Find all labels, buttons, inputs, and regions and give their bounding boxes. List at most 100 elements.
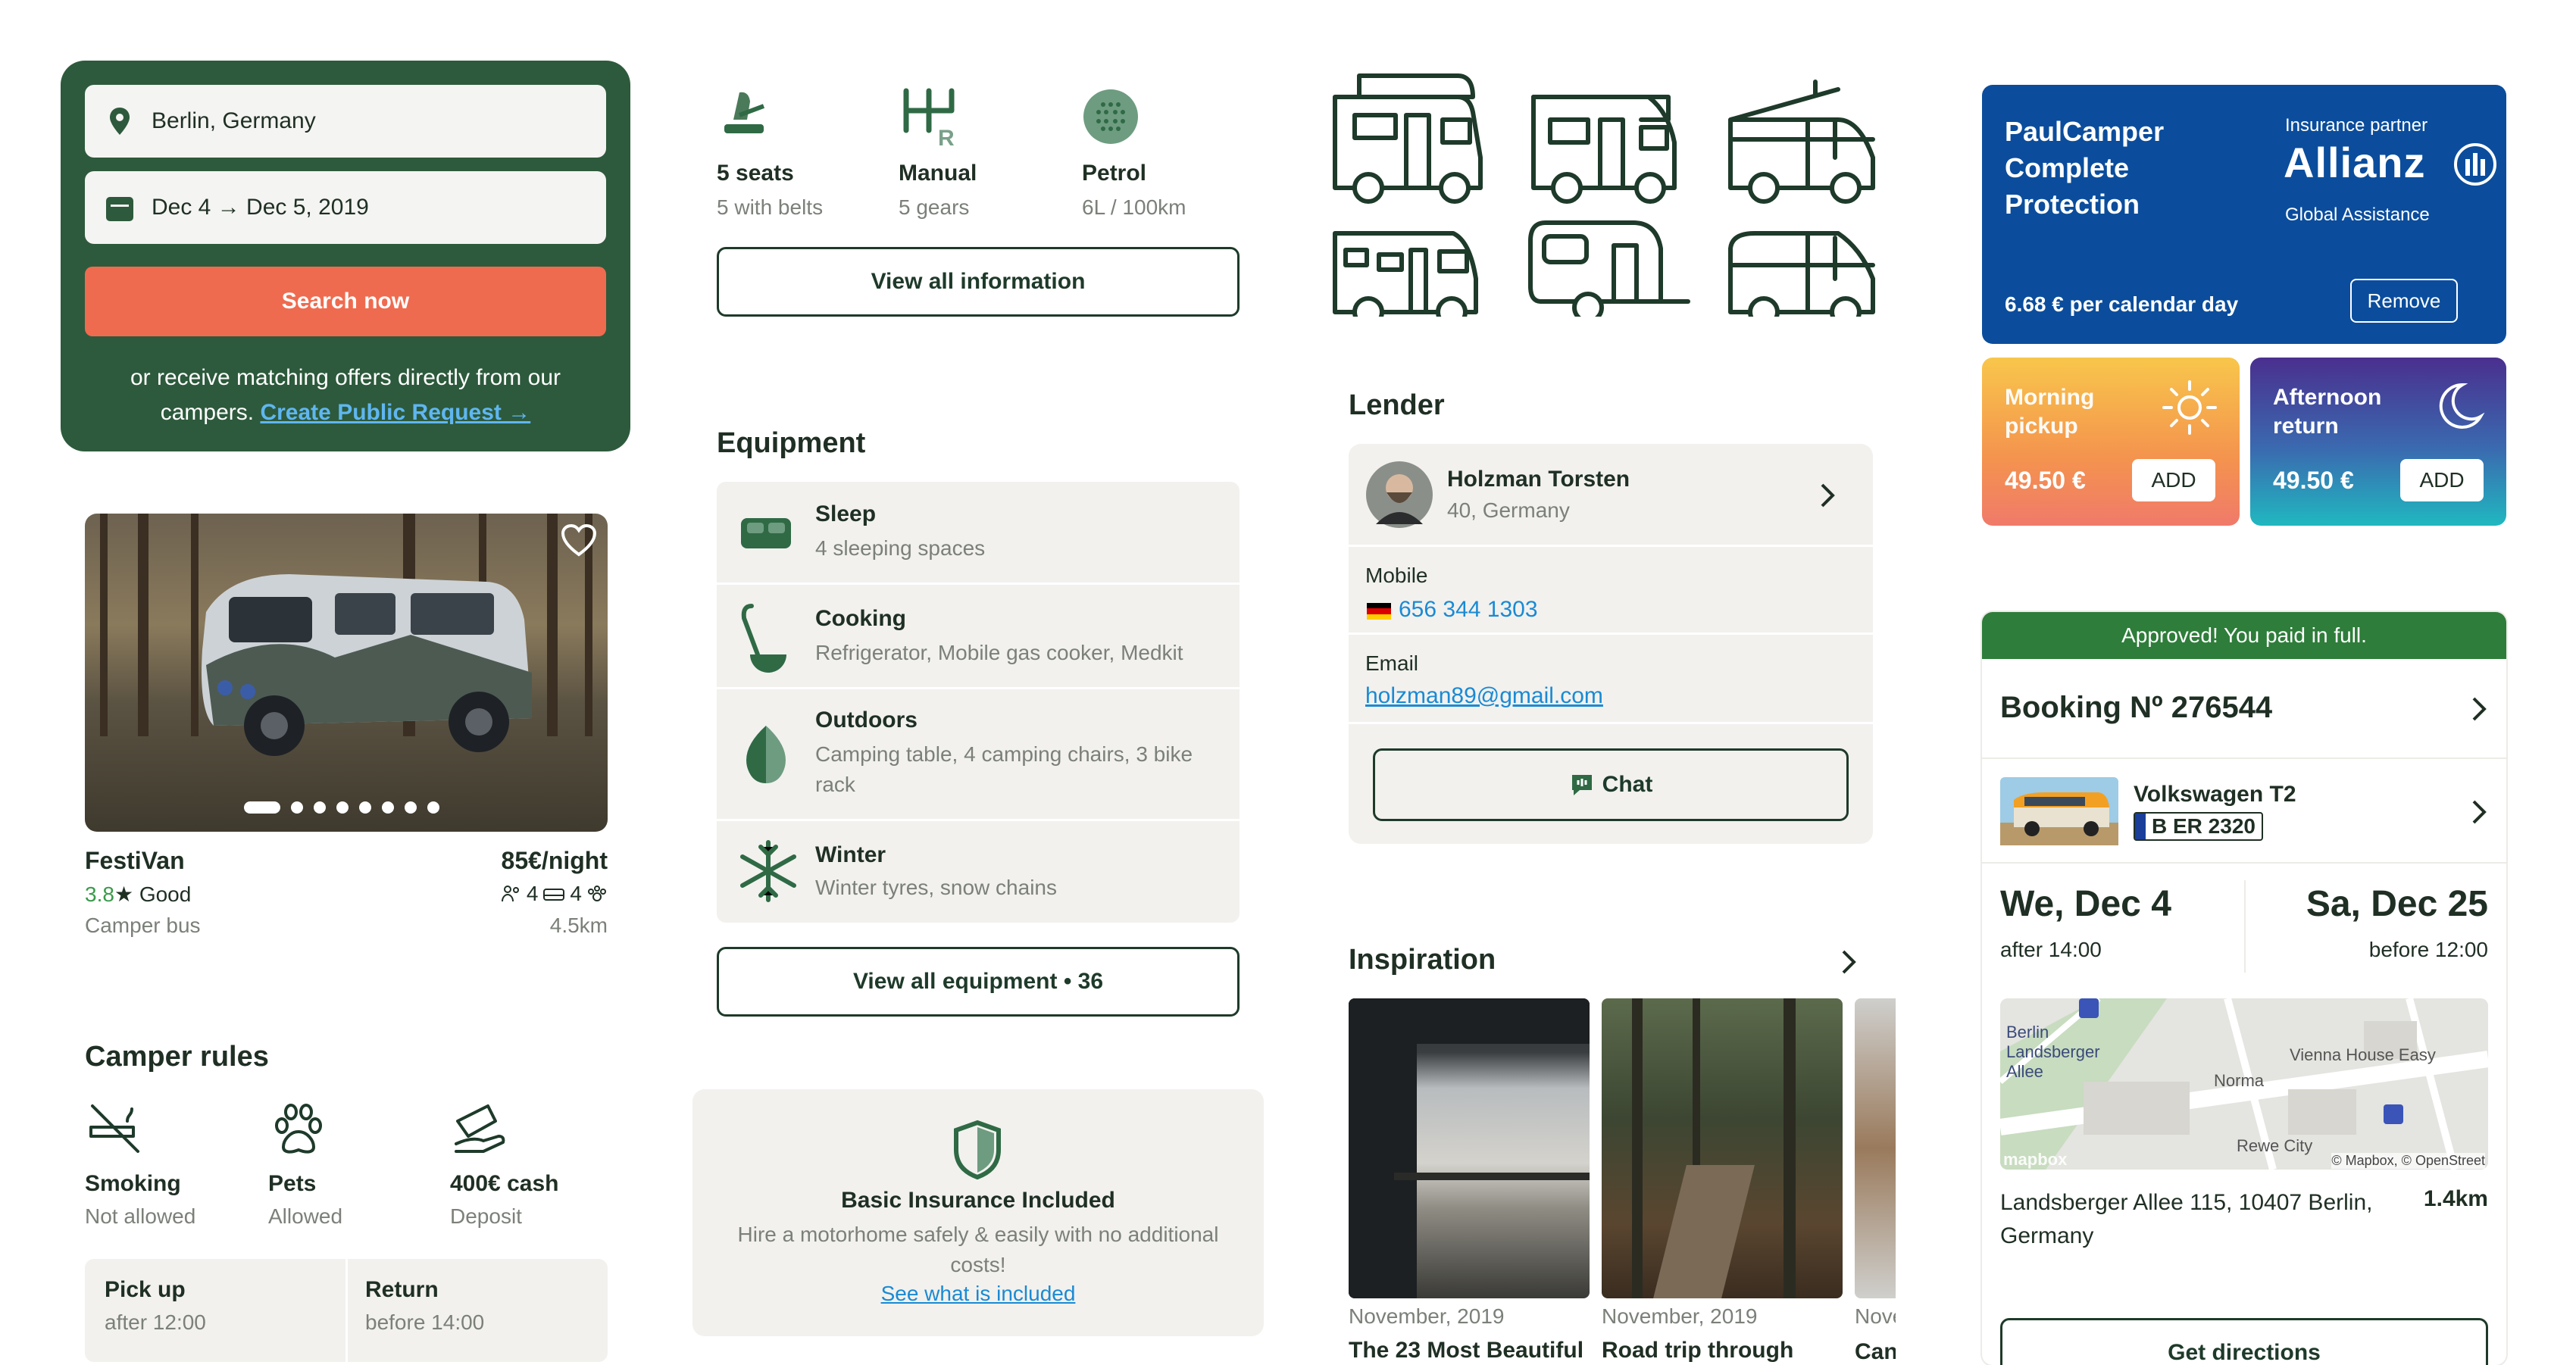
create-public-request-link[interactable]: Create Public Request → <box>260 400 530 425</box>
star-icon: ★ <box>114 882 134 906</box>
map-attribution[interactable]: © Mapbox, © OpenStreet <box>2331 1153 2485 1169</box>
mapbox-logo: mapbox <box>2003 1150 2068 1169</box>
return-time: before 14:00 <box>365 1310 485 1334</box>
booking-number-row[interactable]: Booking Nº 276544 <box>1982 659 2506 759</box>
rule-deposit-sub: Deposit <box>450 1204 522 1228</box>
listing-photo[interactable] <box>85 514 608 832</box>
carousel-dots[interactable] <box>244 801 439 814</box>
see-what-is-included-link[interactable]: See what is included <box>692 1282 1264 1306</box>
minivan-icon[interactable] <box>1728 231 1875 317</box>
rule-pets-label: Pets <box>268 1171 317 1196</box>
booking-status-banner: Approved! You paid in full. <box>1982 612 2506 659</box>
no-smoking-icon <box>85 1098 145 1159</box>
location-field[interactable]: Berlin, Germany <box>85 85 606 158</box>
afternoon-price: 49.50 € <box>2273 467 2354 494</box>
chevron-right-icon <box>1821 483 1835 508</box>
map-label-poi1: Vienna House Easy <box>2290 1045 2436 1064</box>
view-all-equipment-button[interactable]: View all equipment • 36 <box>717 947 1240 1017</box>
return-label: Return <box>365 1277 439 1302</box>
carousel-dot[interactable] <box>382 801 394 814</box>
chat-button[interactable]: Chat <box>1373 748 1849 821</box>
complete-protection-card: PaulCamper Complete Protection Insurance… <box>1982 85 2506 344</box>
vehicle-name: Volkswagen T2 <box>2134 782 2296 807</box>
inspiration-image-2[interactable] <box>1602 998 1843 1298</box>
lender-email-row: Email holzman89@gmail.com <box>1349 635 1873 724</box>
chevron-right-icon <box>2472 800 2487 824</box>
afternoon-add-button[interactable]: ADD <box>2400 459 2484 501</box>
rules-title: Camper rules <box>85 1041 269 1073</box>
caravan-icon[interactable] <box>1528 220 1690 317</box>
equipment-item-sleep: Sleep 4 sleeping spaces <box>717 482 1240 585</box>
view-all-information-button[interactable]: View all information <box>717 247 1240 317</box>
carousel-dot[interactable] <box>359 801 371 814</box>
spec-gear-label: Manual <box>899 161 977 186</box>
lender-name: Holzman Torsten <box>1447 467 1630 492</box>
mobile-number[interactable]: 656 344 1303 <box>1399 597 1538 623</box>
pickup-label: Pick up <box>105 1277 186 1302</box>
gearshift-icon: R <box>899 85 967 152</box>
rule-smoking-label: Smoking <box>85 1171 181 1196</box>
mobile-label: Mobile <box>1365 564 1428 587</box>
rule-deposit-label: 400€ cash <box>450 1171 559 1196</box>
carousel-dot[interactable] <box>291 801 303 814</box>
motorhome-icon[interactable] <box>1333 73 1483 204</box>
fuel-icon <box>1082 88 1140 149</box>
carousel-dot[interactable] <box>427 801 439 814</box>
pickup-return-box: Pick up after 12:00 Return before 14:00 <box>85 1259 608 1362</box>
email-link[interactable]: holzman89@gmail.com <box>1365 683 1603 709</box>
map-pin-icon <box>110 108 130 135</box>
protection-price: 6.68 € per calendar day <box>2005 292 2239 316</box>
start-time: after 14:00 <box>2000 938 2102 961</box>
morning-add-button[interactable]: ADD <box>2132 459 2215 501</box>
german-flag-icon <box>1367 603 1391 620</box>
alcove-camper-icon[interactable] <box>1531 95 1677 204</box>
spec-seats-label: 5 seats <box>717 161 794 186</box>
leaf-icon <box>746 726 786 783</box>
afternoon-title: Afternoon return <box>2273 385 2382 439</box>
ladle-icon <box>741 604 786 673</box>
carousel-dot[interactable] <box>336 801 349 814</box>
morning-title: Morning pickup <box>2005 385 2095 439</box>
allianz-eagle-icon <box>2454 143 2496 186</box>
lender-meta: 40, Germany <box>1447 498 1570 522</box>
lender-profile-row[interactable]: Holzman Torsten 40, Germany <box>1349 444 1873 547</box>
inspiration-title: Inspiration <box>1349 944 1496 976</box>
booking-vehicle-row[interactable]: Volkswagen T2 B ER 2320 <box>1982 759 2506 864</box>
listing-price: 85€/night <box>501 847 608 874</box>
rule-smoking-sub: Not allowed <box>85 1204 196 1228</box>
chat-icon <box>1571 775 1592 795</box>
article-1-title[interactable]: The 23 Most Beautiful <box>1349 1338 1583 1363</box>
booking-address: Landsberger Allee 115, 10407 Berlin, Ger… <box>2000 1190 2373 1248</box>
pickup-time: after 12:00 <box>105 1310 206 1334</box>
equipment-item-outdoors: Outdoors Camping table, 4 camping chairs… <box>717 689 1240 821</box>
remove-button[interactable]: Remove <box>2350 279 2458 323</box>
article-3-teaser[interactable]: Nove Can <box>1855 1304 1896 1365</box>
listing-rating: 3.8★ Good <box>85 882 192 906</box>
pop-top-van-icon[interactable] <box>1728 80 1875 204</box>
map-label-station: Berlin Landsberger Allee <box>2006 1023 2100 1081</box>
people-icon <box>501 886 519 902</box>
inspiration-image-3[interactable] <box>1855 998 1896 1298</box>
get-directions-button[interactable]: Get directions <box>2000 1318 2488 1365</box>
favorite-heart-icon[interactable] <box>561 524 597 558</box>
location-value: Berlin, Germany <box>152 108 316 133</box>
date-value: Dec 4 → Dec 5, 2019 <box>152 195 369 220</box>
svg-text:R: R <box>938 126 955 148</box>
chevron-right-icon[interactable] <box>1840 948 1858 976</box>
inspiration-image-1[interactable] <box>1349 998 1590 1298</box>
lender-title: Lender <box>1349 389 1445 421</box>
article-2-title[interactable]: Road trip through <box>1602 1338 1793 1363</box>
carousel-dot[interactable] <box>314 801 326 814</box>
sun-icon <box>2162 380 2217 435</box>
moon-icon <box>2439 383 2485 429</box>
listing-name[interactable]: FestiVan <box>85 847 185 875</box>
spec-seats-sub: 5 with belts <box>717 195 824 219</box>
booking-map[interactable]: Berlin Landsberger Allee Vienna House Ea… <box>2000 998 2488 1170</box>
search-now-button[interactable]: Search now <box>85 267 606 336</box>
van-conversion-icon[interactable] <box>1333 231 1478 317</box>
carousel-dot[interactable] <box>244 801 280 814</box>
carousel-dot[interactable] <box>405 801 417 814</box>
date-field[interactable]: Dec 4 → Dec 5, 2019 <box>85 171 606 244</box>
search-note: or receive matching offers directly from… <box>130 365 561 425</box>
end-time: before 12:00 <box>2368 938 2488 961</box>
